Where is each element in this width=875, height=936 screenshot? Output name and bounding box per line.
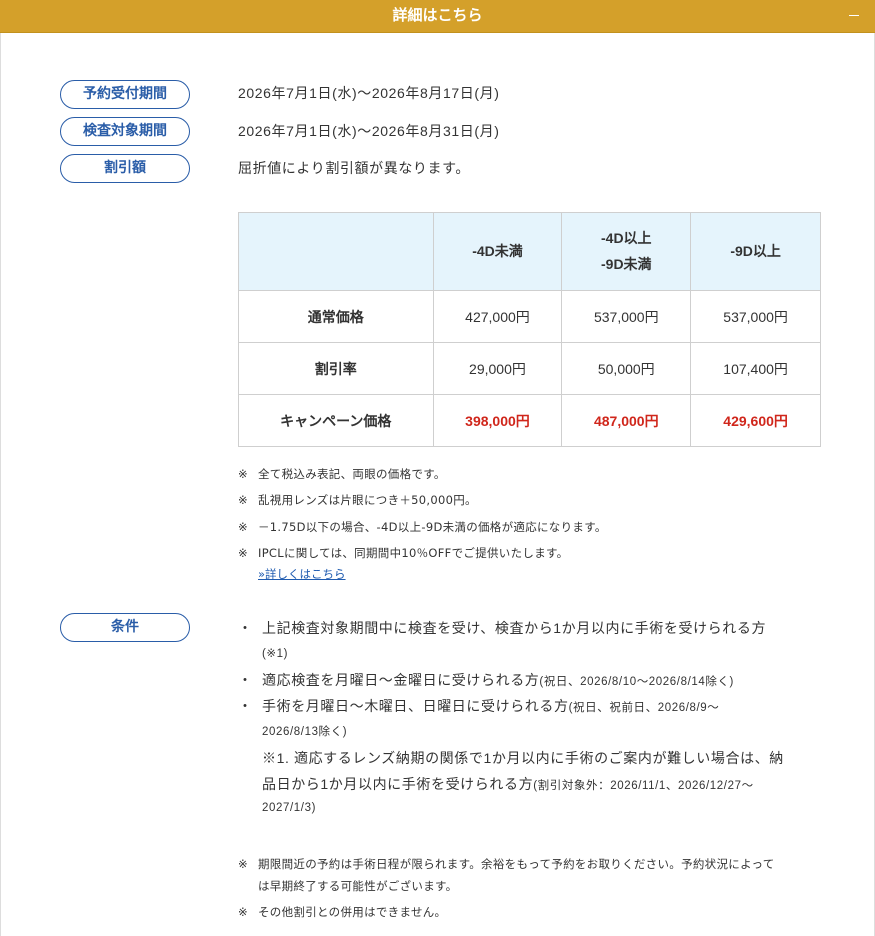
- condition-note: (祝日、2026/8/10～2026/8/14除く): [539, 676, 734, 688]
- note-mark: ※: [238, 467, 248, 481]
- footnote-text: 品日から1か月以内に手術を受けられる方: [262, 776, 534, 792]
- table-header-empty: [238, 212, 434, 291]
- condition-text: 手術を月曜日～木曜日、日曜日に受けられる方: [262, 698, 569, 714]
- label-conditions: 条件: [60, 613, 190, 642]
- campaign-price-cell: 429,600円: [690, 394, 821, 447]
- exam-period-value: 2026年7月1日(水)～2026年8月31日(月): [238, 123, 500, 139]
- discount-amount-value: 屈折値により割引額が異なります。: [238, 160, 470, 176]
- campaign-price-cell: 398,000円: [432, 394, 563, 447]
- table-cell: 427,000円: [432, 290, 563, 343]
- row-label-regular-price: 通常価格: [238, 290, 434, 343]
- table-cell: 50,000円: [561, 342, 692, 395]
- table-row: 通常価格 427,000円 537,000円 537,000円: [238, 290, 821, 343]
- condition-text: 上記検査対象期間中に検査を受け、検査から1か月以内に手術を受けられる方: [262, 620, 767, 636]
- note-item: ※ IPCLに関しては、同期間中10％OFFでご提供いたします。: [238, 545, 568, 561]
- header-line: -4D以上: [601, 229, 652, 246]
- condition-note: (祝日、祝前日、2026/8/9～: [568, 702, 720, 714]
- bullet: ・: [238, 672, 253, 688]
- note-text: その他割引との併用はできません。: [258, 905, 447, 919]
- row-label-discount-rate: 割引率: [238, 342, 434, 395]
- accordion-header[interactable]: 詳細はこちら: [0, 0, 875, 33]
- campaign-price-cell: 487,000円: [561, 394, 692, 447]
- note-mark: ※: [238, 493, 248, 507]
- bottom-note-cont: は早期終了する可能性がございます。: [258, 879, 458, 893]
- note-item: ※ 全て税込み表記、両眼の価格です。: [238, 466, 446, 482]
- note-text: 乱視用レンズは片眼につき＋50,000円。: [258, 493, 477, 507]
- note-mark: ※: [238, 857, 248, 871]
- collapse-icon[interactable]: [849, 15, 859, 16]
- label-exam-period: 検査対象期間: [60, 117, 190, 146]
- note-text: IPCLに関しては、同期間中10％OFFでご提供いたします。: [258, 546, 569, 560]
- table-cell: 537,000円: [690, 290, 821, 343]
- table-cell: 537,000円: [561, 290, 692, 343]
- condition-note: 2026/8/13除く): [262, 726, 348, 738]
- bullet: ・: [238, 620, 253, 636]
- price-table: -4D未満 -4D以上 -9D未満 -9D以上 通常価格 427,000円 537…: [238, 212, 821, 447]
- condition-item: ・上記検査対象期間中に検査を受け、検査から1か月以内に手術を受けられる方: [238, 618, 766, 638]
- condition-item: ・手術を月曜日～木曜日、日曜日に受けられる方(祝日、祝前日、2026/8/9～: [238, 696, 719, 716]
- table-header-cell: -9D以上: [690, 212, 821, 291]
- table-header-cell: -4D未満: [432, 212, 563, 291]
- reservation-period-value: 2026年7月1日(水)～2026年8月17日(月): [238, 85, 500, 101]
- note-item: ※ －1.75D以下の場合、-4D以上-9D未満の価格が適応になります。: [238, 519, 607, 535]
- condition-item: ・適応検査を月曜日～金曜日に受けられる方(祝日、2026/8/10～2026/8…: [238, 670, 734, 690]
- bullet: ・: [238, 698, 253, 714]
- footnote-note-cont: 2027/1/3): [262, 802, 316, 814]
- bottom-note: ※ その他割引との併用はできません。: [238, 904, 446, 920]
- table-header-cell: -4D以上 -9D未満: [561, 212, 692, 291]
- panel-border-left: [0, 33, 1, 936]
- table-row: 割引率 29,000円 50,000円 107,400円: [238, 342, 821, 395]
- note-text: 期限間近の予約は手術日程が限られます。余裕をもって予約をお取りください。予約状況…: [258, 857, 775, 871]
- condition-note: (※1): [262, 648, 289, 660]
- table-cell: 29,000円: [432, 342, 563, 395]
- note-text: －1.75D以下の場合、-4D以上-9D未満の価格が適応になります。: [258, 520, 607, 534]
- footnote-text-cont: 品日から1か月以内に手術を受けられる方(割引対象外：2026/11/1、2026…: [262, 774, 754, 794]
- note-mark: ※: [238, 546, 248, 560]
- details-link[interactable]: »詳しくはこちら: [258, 566, 346, 582]
- accordion-title: 詳細はこちら: [392, 6, 483, 24]
- label-discount-amount: 割引額: [60, 154, 190, 183]
- header-line: -4D未満: [472, 242, 523, 259]
- table-header-row: -4D未満 -4D以上 -9D未満 -9D以上: [238, 212, 821, 291]
- footnote-note: (割引対象外：2026/11/1、2026/12/27～: [533, 780, 754, 792]
- note-mark: ※: [238, 905, 248, 919]
- footnote-text: ※1. 適応するレンズ納期の関係で1か月以内に手術のご案内が難しい場合は、納: [262, 750, 784, 766]
- note-text: 全て税込み表記、両眼の価格です。: [258, 467, 446, 481]
- label-reservation-period: 予約受付期間: [60, 80, 190, 109]
- note-mark: ※: [238, 520, 248, 534]
- bottom-note: ※ 期限間近の予約は手術日程が限られます。余裕をもって予約をお取りください。予約状…: [238, 856, 775, 872]
- condition-text: 適応検査を月曜日～金曜日に受けられる方: [262, 672, 540, 688]
- table-cell: 107,400円: [690, 342, 821, 395]
- header-line: -9D以上: [730, 242, 781, 259]
- table-row: キャンペーン価格 398,000円 487,000円 429,600円: [238, 394, 821, 447]
- header-line: -9D未満: [601, 255, 652, 272]
- row-label-campaign-price: キャンペーン価格: [238, 394, 434, 447]
- note-item: ※ 乱視用レンズは片眼につき＋50,000円。: [238, 492, 477, 508]
